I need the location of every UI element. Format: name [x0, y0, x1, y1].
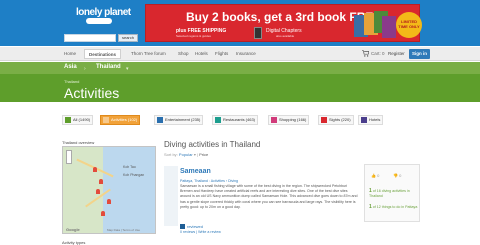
map-pin-icon[interactable]	[107, 199, 111, 204]
sights-icon	[321, 117, 327, 123]
thumbs-down-button[interactable]: 👎 0	[393, 173, 401, 178]
result-thumbnail	[164, 166, 178, 226]
reviews-link[interactable]: 0 reviews | Write a review	[180, 230, 221, 234]
register-link[interactable]: Register	[388, 51, 405, 56]
result-description: Samaesan is a small fishing village with…	[180, 184, 358, 209]
breadcrumb: Asia › Thailand ▾	[0, 62, 480, 74]
map-pin-icon[interactable]	[101, 211, 105, 216]
filter-shopping[interactable]: Shopping (166)	[268, 115, 310, 125]
hotels-icon	[361, 117, 367, 123]
nav-home[interactable]: Home	[64, 51, 76, 56]
logo-underline	[86, 18, 112, 24]
google-logo: Google	[66, 227, 80, 232]
sort-popular[interactable]: Popular	[179, 152, 193, 157]
books-image	[354, 11, 396, 39]
map-water	[103, 147, 155, 233]
map-pin-icon[interactable]	[99, 179, 103, 184]
filter-entertainment[interactable]: Entertainment (235)	[154, 115, 204, 125]
sign-in-button[interactable]: Sign in	[409, 49, 430, 59]
filter-activities[interactable]: Activities (102)	[100, 115, 141, 125]
rank-things-to-do: 1 of 12 things to do in Pattaya	[369, 204, 418, 210]
shopping-icon	[271, 117, 277, 123]
result-card: Sameaan Pattaya, Thailand : Activities ›…	[164, 160, 420, 242]
entertainment-icon	[157, 117, 163, 123]
banner-chapters-sub: also available	[276, 34, 295, 38]
restaurant-icon	[215, 117, 221, 123]
rank-diving: 1 of 16 diving activities in Thailand	[369, 188, 410, 198]
page-title: Activities	[64, 85, 120, 101]
filter-all[interactable]: All (1490)	[62, 115, 94, 125]
promo-banner[interactable]: Buy 2 books, get a 3rd book FREE plus FR…	[145, 4, 422, 42]
region-label: Thailand	[64, 79, 80, 84]
nav-insurance[interactable]: Insurance	[236, 51, 256, 56]
filter-sights[interactable]: Sights (220)	[318, 115, 354, 125]
search-button[interactable]: search	[118, 34, 138, 42]
nav-shop[interactable]: Shop	[178, 51, 189, 56]
check-icon	[65, 117, 71, 123]
logo[interactable]: lonely planet	[76, 7, 131, 18]
map-pin-icon[interactable]	[96, 189, 100, 194]
filter-hotels[interactable]: Hotels	[358, 115, 384, 125]
search-input[interactable]	[64, 34, 116, 42]
map-zoom-control[interactable]	[66, 150, 72, 164]
map[interactable]: Koh Tao Koh Phangan Google Map Data | Te…	[62, 146, 156, 234]
breadcrumb-asia[interactable]: Asia	[64, 64, 77, 70]
filter-restaurants[interactable]: Restaurants (463)	[212, 115, 259, 125]
nav-flights[interactable]: Flights	[215, 51, 228, 56]
nav-destinations[interactable]: Destinations	[84, 49, 122, 59]
banner-headline: Buy 2 books, get a 3rd book FREE	[186, 10, 382, 24]
map-data-links[interactable]: Map Data | Terms of Use	[107, 228, 140, 232]
top-header: lonely planet search Buy 2 books, get a …	[0, 0, 480, 46]
result-location[interactable]: Pattaya, Thailand : Activities › Diving	[180, 179, 238, 183]
limited-time-badge: LIMITED TIME ONLY	[396, 12, 422, 38]
lp-reviewed-icon	[180, 224, 185, 229]
map-pin-icon[interactable]	[93, 167, 97, 172]
breadcrumb-thailand[interactable]: Thailand	[96, 64, 121, 70]
result-title[interactable]: Sameaan	[180, 168, 211, 175]
banner-shipping-sub: Selected regions & guides	[176, 34, 211, 38]
reviewed-badge: reviewed	[180, 224, 203, 229]
title-band: Thailand Activities	[0, 74, 480, 102]
phone-icon	[254, 27, 262, 39]
thumbs-up-button[interactable]: 👍 0	[371, 173, 379, 178]
map-label-koh-tao: Koh Tao	[123, 165, 136, 169]
map-header: Thailand overview	[62, 140, 95, 145]
activities-icon	[103, 117, 109, 123]
sort-price[interactable]: Price	[199, 152, 208, 157]
category-filters: All (1490) Activities (102) Entertainmen…	[62, 114, 420, 126]
map-label-koh-phangan: Koh Phangan	[123, 173, 145, 177]
main-nav: Home Destinations Thorn Tree forum Shop …	[0, 47, 480, 61]
chevron-right-icon: ›	[84, 66, 86, 72]
nav-thorn-tree[interactable]: Thorn Tree forum	[131, 51, 166, 56]
sort-controls: Sort by: Popular ▾ | Price	[164, 152, 209, 157]
cart-link[interactable]: Cart: 0	[371, 51, 385, 56]
vote-box: 👍 0 👎 0 1 of 16 diving activities in Tha…	[364, 164, 420, 222]
chevron-down-icon[interactable]: ▾	[126, 66, 129, 72]
results-title: Diving activities in Thailand	[164, 140, 261, 149]
nav-hotels[interactable]: Hotels	[195, 51, 208, 56]
activity-types-header: Activity types	[62, 240, 86, 245]
cart-icon[interactable]	[362, 50, 369, 57]
